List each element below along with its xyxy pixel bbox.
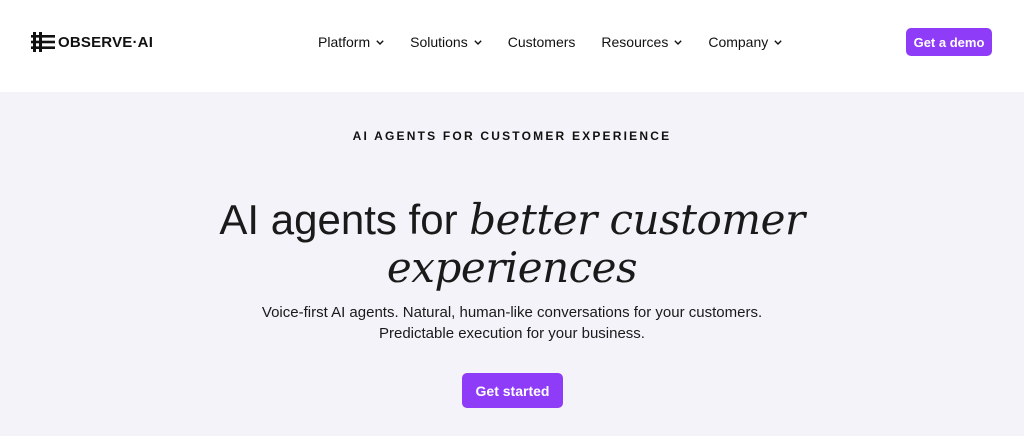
nav-item-customers[interactable]: Customers — [508, 34, 576, 50]
hero-subtext-line-2: Predictable execution for your business. — [379, 325, 645, 342]
hero-section: AI AGENTS FOR CUSTOMER EXPERIENCE AI age… — [0, 92, 1024, 436]
headline-serif-text-1: better customer — [469, 195, 805, 244]
hero-eyebrow: AI AGENTS FOR CUSTOMER EXPERIENCE — [352, 129, 672, 143]
headline-plain-text: AI agents for — [219, 196, 458, 243]
observe-ai-logo[interactable]: OBSERVE·AI — [31, 31, 153, 53]
nav-item-label: Solutions — [410, 34, 468, 50]
get-started-button[interactable]: Get started — [462, 373, 563, 408]
hero-subtext-line-1: Voice-first AI agents. Natural, human-li… — [261, 304, 763, 321]
chevron-down-icon — [774, 39, 782, 45]
headline-serif-text-2: experiences — [386, 243, 638, 292]
logo-text: OBSERVE·AI — [58, 33, 154, 51]
nav-item-platform[interactable]: Platform — [318, 34, 384, 50]
hero-headline: AI agents for better customer experience… — [0, 196, 1024, 292]
nav-item-solutions[interactable]: Solutions — [410, 34, 482, 50]
nav-item-label: Customers — [507, 34, 576, 50]
top-navigation-bar: OBSERVE·AI Platform Solutions Customers … — [0, 0, 1024, 92]
nav-item-label: Resources — [601, 34, 669, 50]
nav-item-label: Platform — [318, 34, 371, 50]
chevron-down-icon — [376, 39, 384, 45]
main-nav: Platform Solutions Customers Resources C… — [318, 31, 782, 53]
chevron-down-icon — [674, 39, 683, 45]
nav-item-label: Company — [708, 34, 769, 50]
nav-item-company[interactable]: Company — [708, 34, 782, 50]
chevron-down-icon — [474, 39, 482, 45]
get-a-demo-button[interactable]: Get a demo — [906, 28, 992, 56]
nav-item-resources[interactable]: Resources — [601, 34, 683, 50]
observe-ai-logo-icon — [31, 32, 55, 52]
hero-subtext: Voice-first AI agents. Natural, human-li… — [0, 302, 1024, 344]
